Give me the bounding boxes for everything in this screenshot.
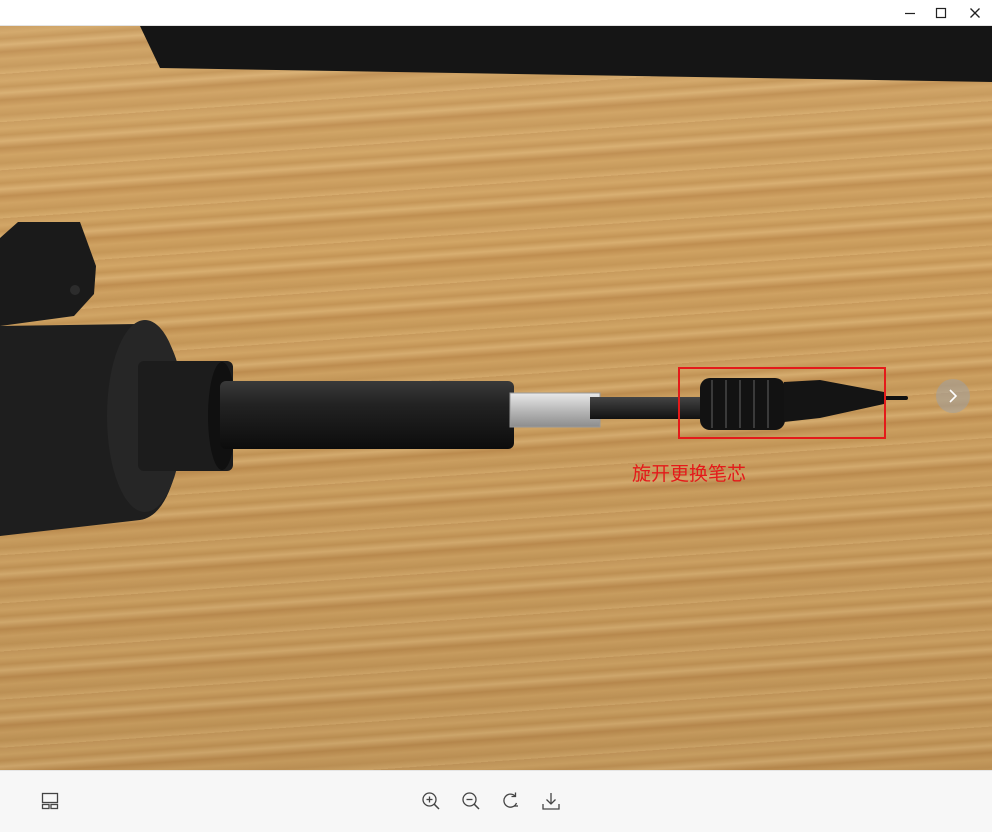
download-icon [542, 793, 560, 810]
image-viewer: 旋开更换笔芯 [0, 26, 992, 770]
download-button[interactable] [538, 788, 564, 814]
minimize-icon [905, 12, 915, 15]
rotate-icon [503, 792, 518, 808]
close-icon [970, 8, 980, 18]
rotate-button[interactable] [498, 788, 524, 814]
title-bar [0, 0, 992, 26]
zoom-in-button[interactable] [418, 788, 444, 814]
image-annotation: 旋开更换笔芯 [632, 463, 747, 485]
chevron-right-icon [949, 389, 958, 403]
next-image-button[interactable] [936, 379, 970, 413]
thumbnail-button[interactable] [37, 788, 63, 814]
minimize-button[interactable] [893, 0, 927, 26]
photo-stylus-on-wood [0, 26, 992, 536]
zoom-out-icon [462, 792, 480, 810]
maximize-icon [935, 7, 947, 19]
bottom-toolbar [0, 770, 992, 832]
zoom-out-button[interactable] [458, 788, 484, 814]
thumbnail-layout-icon [41, 792, 59, 810]
zoom-in-icon [422, 792, 440, 810]
close-button[interactable] [958, 0, 992, 26]
maximize-button[interactable] [924, 0, 958, 26]
